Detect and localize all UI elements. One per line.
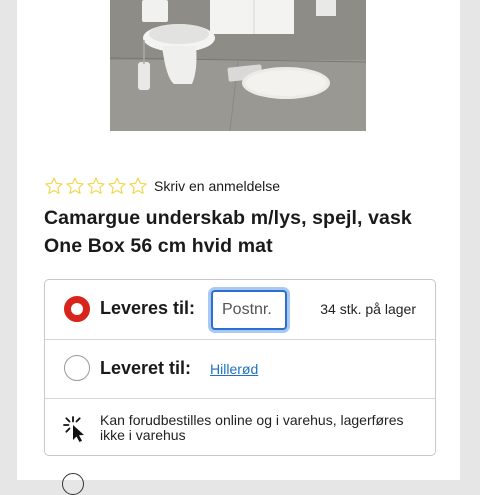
deliver-to-label: Leveres til:: [100, 298, 196, 318]
rating-row: Skriv en anmeldelse: [44, 174, 280, 198]
bathroom-photo: [110, 0, 366, 131]
product-title-line1: Camargue underskab m/lys, spejl, vask: [44, 207, 412, 229]
delivery-option-home[interactable]: Leveres til: 34 stk. på lager: [45, 280, 435, 340]
star-empty-icon: [129, 177, 147, 194]
click-cursor-icon: [63, 416, 84, 442]
store-link[interactable]: Hillerød: [210, 361, 258, 377]
star-empty-icon: [108, 177, 126, 194]
product-image[interactable]: [110, 0, 366, 131]
partial-radio-icon[interactable]: [62, 473, 84, 495]
product-card: Skriv en anmeldelse Camargue underskab m…: [17, 0, 460, 495]
rating-stars[interactable]: [44, 176, 148, 196]
store-radio-unselected[interactable]: [64, 355, 90, 381]
delivered-to-label: Leveret til:: [100, 358, 192, 378]
product-title: Camargue underskab m/lys, spejl, vask On…: [44, 204, 444, 260]
delivery-options: Leveres til: 34 stk. på lager Leveret ti…: [44, 279, 436, 456]
preorder-text: Kan forudbestilles online og i varehus, …: [100, 412, 404, 443]
preorder-info: Kan forudbestilles online og i varehus, …: [45, 399, 435, 455]
star-empty-icon: [87, 177, 105, 194]
delivery-option-store[interactable]: Leveret til: Hillerød: [45, 340, 435, 399]
delivery-radio-selected[interactable]: [64, 296, 90, 322]
stock-status: 34 stk. på lager: [320, 301, 416, 317]
postal-code-input[interactable]: [211, 290, 287, 330]
star-empty-icon: [45, 177, 63, 194]
write-review-link[interactable]: Skriv en anmeldelse: [154, 178, 280, 194]
star-empty-icon: [66, 177, 84, 194]
product-title-line2: One Box 56 cm hvid mat: [44, 235, 273, 257]
